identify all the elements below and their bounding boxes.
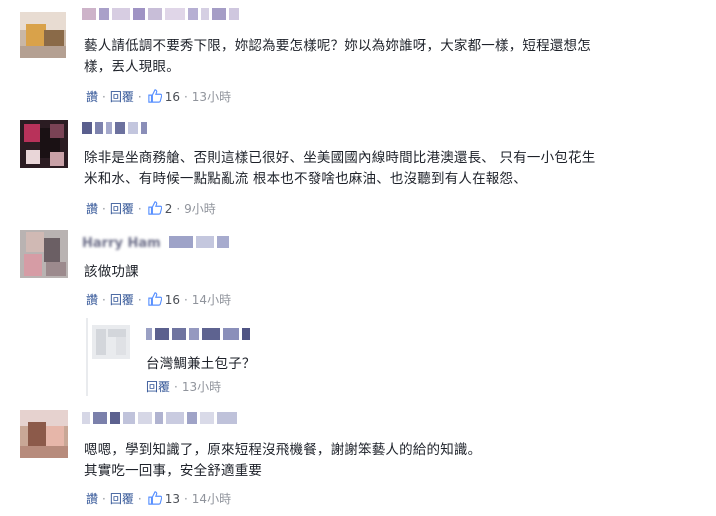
separator: · bbox=[183, 293, 188, 307]
like-count[interactable]: 16 bbox=[146, 291, 180, 309]
separator: · bbox=[137, 202, 142, 216]
blurred-name: Harry Ham bbox=[82, 236, 161, 251]
separator: · bbox=[137, 293, 142, 307]
thumbs-up-icon bbox=[147, 201, 162, 215]
comment-text: 除非是坐商務艙、否則這樣已很好、坐美國國內線時間比港澳還長、 只有一小包花生 米… bbox=[84, 148, 709, 190]
comment-text: 該做功課 bbox=[84, 262, 684, 283]
avatar[interactable] bbox=[20, 120, 68, 168]
like-link[interactable]: 讚 bbox=[86, 490, 98, 508]
avatar[interactable] bbox=[20, 12, 66, 58]
separator: · bbox=[137, 492, 142, 506]
timestamp[interactable]: 14小時 bbox=[192, 291, 231, 309]
reply-link[interactable]: 回覆 bbox=[110, 490, 134, 508]
commenter-name-obscured[interactable]: Harry Ham bbox=[82, 236, 232, 251]
comment-text: 藝人請低調不要秀下限，妳認為要怎樣呢？妳以為妳誰呀，大家都一樣，短程還想怎 樣，… bbox=[84, 36, 704, 78]
comment-line: 樣，丟人現眼。 bbox=[84, 59, 180, 75]
like-link[interactable]: 讚 bbox=[86, 291, 98, 309]
thumbs-up-icon bbox=[147, 491, 162, 505]
thumbs-up-icon bbox=[147, 292, 162, 306]
timestamp[interactable]: 13小時 bbox=[182, 378, 221, 396]
comment-line: 嗯嗯，學到知識了，原來短程沒飛機餐，謝謝笨藝人的給的知識。 bbox=[84, 442, 482, 458]
commenter-name-obscured[interactable] bbox=[146, 328, 253, 342]
commenter-name-obscured[interactable] bbox=[82, 8, 201, 22]
commenter-name-obscured[interactable] bbox=[82, 122, 150, 136]
commenter-name-obscured[interactable] bbox=[82, 412, 240, 426]
reply-thread-line bbox=[86, 318, 88, 396]
separator: · bbox=[102, 492, 106, 506]
reply-link[interactable]: 回覆 bbox=[110, 291, 134, 309]
reply-link[interactable]: 回覆 bbox=[110, 200, 134, 218]
commenter-name-obscured-2 bbox=[188, 8, 242, 22]
separator: · bbox=[183, 492, 188, 506]
avatar[interactable] bbox=[20, 230, 68, 278]
comment-actions: 讚 · 回覆 · 16 · 13小時 bbox=[86, 88, 231, 106]
comment-actions: 讚 · 回覆 · 16 · 14小時 bbox=[86, 291, 231, 309]
comment-line: 藝人請低調不要秀下限，妳認為要怎樣呢？妳以為妳誰呀，大家都一樣，短程還想怎 bbox=[84, 38, 591, 54]
thumbs-up-icon bbox=[147, 89, 162, 103]
like-count[interactable]: 16 bbox=[146, 88, 180, 106]
separator: · bbox=[183, 90, 188, 104]
avatar[interactable] bbox=[20, 410, 68, 458]
comment-line: 其實吃一回事，安全舒適重要 bbox=[84, 463, 263, 479]
separator: · bbox=[137, 90, 142, 104]
comment-line: 該做功課 bbox=[84, 264, 139, 280]
reply-actions: 回覆 · 13小時 bbox=[146, 378, 221, 396]
timestamp[interactable]: 13小時 bbox=[192, 88, 231, 106]
separator: · bbox=[102, 202, 106, 216]
separator: · bbox=[176, 202, 181, 216]
reply-line: 台灣鯛兼土包子？ bbox=[146, 356, 256, 372]
like-count[interactable]: 2 bbox=[146, 200, 172, 218]
like-link[interactable]: 讚 bbox=[86, 200, 98, 218]
comment-text: 嗯嗯，學到知識了，原來短程沒飛機餐，謝謝笨藝人的給的知識。 其實吃一回事，安全舒… bbox=[84, 440, 684, 482]
comment-line: 米和水、有時候一點點亂流 根本也不發啥也麻油、也沒聽到有人在報怨、 bbox=[84, 171, 527, 187]
separator: · bbox=[102, 90, 106, 104]
timestamp[interactable]: 9小時 bbox=[184, 200, 216, 218]
separator: · bbox=[174, 380, 178, 394]
comment-actions: 讚 · 回覆 · 13 · 14小時 bbox=[86, 490, 231, 508]
like-link[interactable]: 讚 bbox=[86, 88, 98, 106]
reply-text: 台灣鯛兼土包子？ bbox=[146, 354, 646, 375]
avatar[interactable] bbox=[92, 325, 130, 359]
separator: · bbox=[102, 293, 106, 307]
comment-line: 除非是坐商務艙、否則這樣已很好、坐美國國內線時間比港澳還長、 只有一小包花生 bbox=[84, 150, 596, 166]
reply-link[interactable]: 回覆 bbox=[110, 88, 134, 106]
like-count[interactable]: 13 bbox=[146, 490, 180, 508]
reply-link[interactable]: 回覆 bbox=[146, 378, 170, 396]
timestamp[interactable]: 14小時 bbox=[192, 490, 231, 508]
comment-actions: 讚 · 回覆 · 2 · 9小時 bbox=[86, 200, 216, 218]
